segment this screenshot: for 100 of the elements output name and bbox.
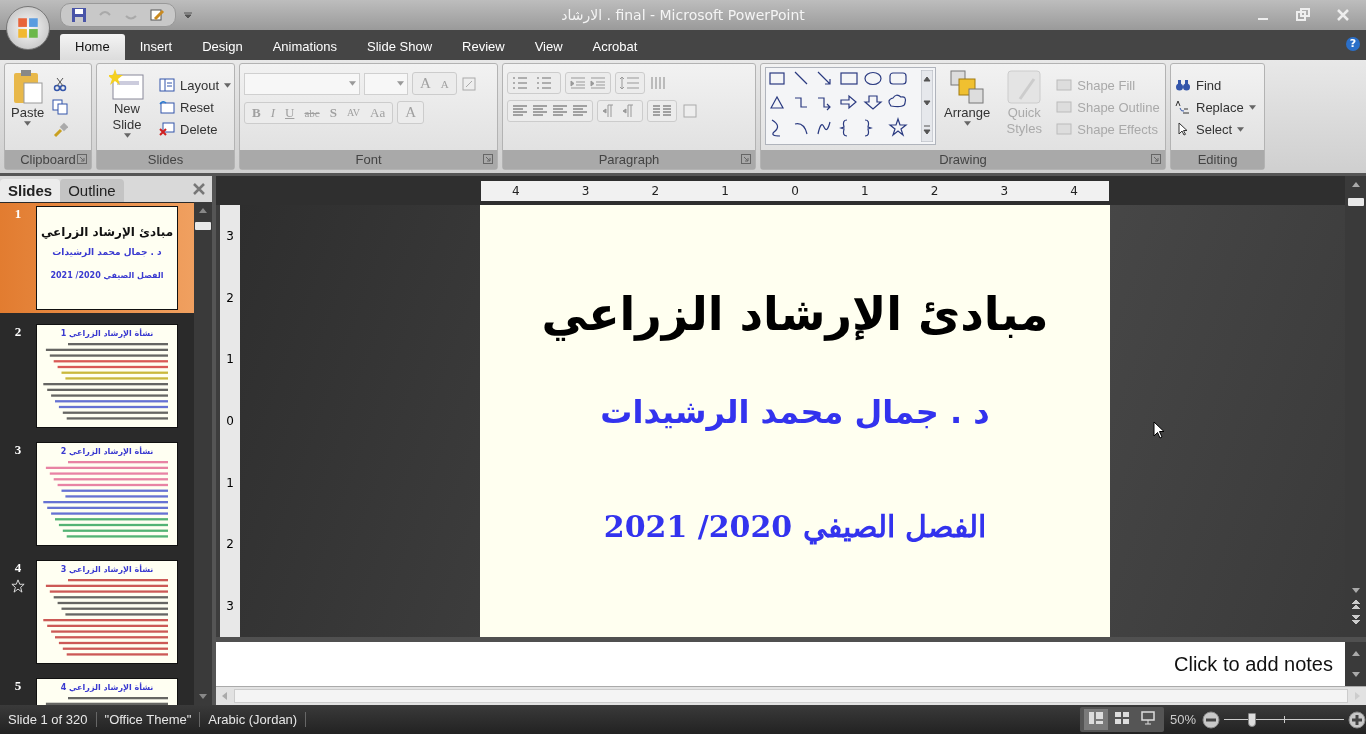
thumbnail-title: مبادئ الإرشاد الزراعي [40,225,174,239]
scissors-icon[interactable] [52,76,69,92]
arrange-button[interactable]: Arrange [942,67,993,147]
text-direction-icon[interactable] [649,75,667,91]
ribbon-button[interactable]: Select [1175,121,1256,137]
ribbon-tab[interactable]: Home [60,34,125,60]
office-button[interactable] [6,6,50,50]
thumbnail-subtitle: الفصل الصيفي 2020/ 2021 [50,271,164,280]
ruler-number: 2 [651,183,660,198]
slider-thumb[interactable] [1247,712,1256,727]
next-slide-icon[interactable] [1350,613,1361,627]
status-text: Arabic (Jordan) [200,712,307,727]
scrollbar[interactable] [1345,176,1366,637]
scroll-left-icon[interactable] [220,691,228,701]
arrange-icon [949,69,986,105]
copy-icon[interactable] [52,99,69,115]
ribbon-tab[interactable]: Design [187,34,258,60]
brush-icon[interactable] [52,122,69,138]
ribbon-button[interactable]: Replace [1175,99,1256,115]
caret-icon [123,133,131,138]
dialog-launcher-icon[interactable] [1151,154,1161,164]
scroll-up-icon[interactable] [198,206,208,214]
font-size-field[interactable] [364,72,408,95]
layout-icon [159,78,175,92]
scroll-down-icon[interactable] [198,693,208,701]
zoom-in-icon[interactable] [1348,710,1366,729]
slide-number: 1 [14,206,22,221]
new-slide-icon [109,69,145,101]
ribbon-button[interactable]: Reset [159,99,232,115]
normal-view-icon [1087,711,1104,725]
thumbnail-title: نشأة الإرشاد الزراعي 4 [60,682,154,693]
save-icon[interactable] [71,7,87,23]
line-spacing-icon[interactable] [619,75,641,91]
shapes-gallery[interactable] [765,67,936,145]
align-icon[interactable] [511,103,529,119]
ribbon-tab[interactable]: Acrobat [577,34,653,60]
group-label: Font [240,150,497,169]
ribbon-button[interactable]: Layout [159,77,232,93]
clear-formatting-icon[interactable] [460,75,477,92]
previous-slide-icon[interactable] [1350,597,1361,611]
scrollbar[interactable] [216,686,1366,705]
align-icon[interactable] [551,103,569,119]
group-label: Drawing [761,150,1165,169]
zoom-level[interactable]: 50% [1169,712,1196,727]
scroll-thumb[interactable] [1347,198,1364,206]
align-icon[interactable] [531,103,549,119]
align-text-icon[interactable] [681,103,699,119]
indent-icon[interactable] [569,75,587,91]
replace-icon [1175,100,1191,114]
new-slide-button[interactable]: New Slide [101,67,153,147]
slide-title: مبادئ الإرشاد الزراعي [541,287,1049,341]
zoom-slider[interactable] [1224,710,1344,729]
slide-number: 2 [14,324,22,339]
font-name-field[interactable] [244,72,360,95]
quick-styles-icon [1006,69,1043,105]
scrollbar[interactable] [1345,642,1366,686]
indent-icon[interactable] [589,75,607,91]
slide-canvas[interactable]: مبادئ الإرشاد الزراعي د . جمال محمد الرشيدات الفصل الصيفي 2020/ 2021 [480,205,1110,637]
ribbon-tab[interactable]: Slide Show [352,34,448,60]
format-painter-icon[interactable] [149,7,165,23]
ruler-number: 2 [226,290,234,305]
thumbnail-title: نشأة الإرشاد الزراعي 1 [60,328,154,339]
ribbon-tab[interactable]: Review [447,34,520,60]
notes-placeholder: Click to add notes [1174,652,1333,676]
status-text: "Office Theme" [96,712,201,727]
columns-icon[interactable] [651,103,673,119]
scroll-down-icon[interactable] [1350,671,1361,679]
panel-tab[interactable]: Slides [0,179,61,202]
gallery-scroll-icon[interactable] [921,70,933,142]
ruler-number: 3 [226,599,234,614]
paste-button[interactable]: Paste [9,67,47,147]
view-button[interactable] [1083,709,1108,730]
dialog-launcher-icon[interactable] [741,154,751,164]
restore-icon[interactable] [1296,8,1310,22]
dialog-launcher-icon[interactable] [483,154,493,164]
notes-pane[interactable]: Click to add notes [216,642,1345,686]
scroll-up-icon[interactable] [1350,649,1361,657]
slide-subtitle: د . جمال محمد الرشيدات [600,393,990,431]
align-icon[interactable] [571,103,589,119]
scroll-down-icon[interactable] [1350,587,1361,595]
status-text: Slide 1 of 320 [0,712,97,727]
ribbon-tab[interactable]: Insert [124,34,188,60]
caret-icon [1237,126,1245,132]
customize-caret-icon[interactable] [184,11,192,19]
panel-tab[interactable]: Outline [60,179,124,202]
scroll-thumb[interactable] [234,689,1348,703]
ribbon-button[interactable]: Find [1175,77,1256,93]
ribbon-button[interactable]: Delete [159,121,232,137]
scroll-thumb[interactable] [195,222,211,230]
ribbon-tab[interactable]: View [519,34,578,60]
ribbon-tab[interactable]: Animations [257,34,352,60]
ruler-number: 1 [226,352,234,367]
scrollbar[interactable] [194,202,212,705]
dialog-launcher-icon[interactable] [77,154,87,164]
close-icon[interactable] [192,182,206,196]
caret-icon [397,81,404,86]
scroll-up-icon[interactable] [1350,180,1361,188]
zoom-out-icon[interactable] [1202,710,1220,729]
help-icon[interactable]: ? [1346,37,1360,51]
ruler-number: 1 [721,183,729,198]
